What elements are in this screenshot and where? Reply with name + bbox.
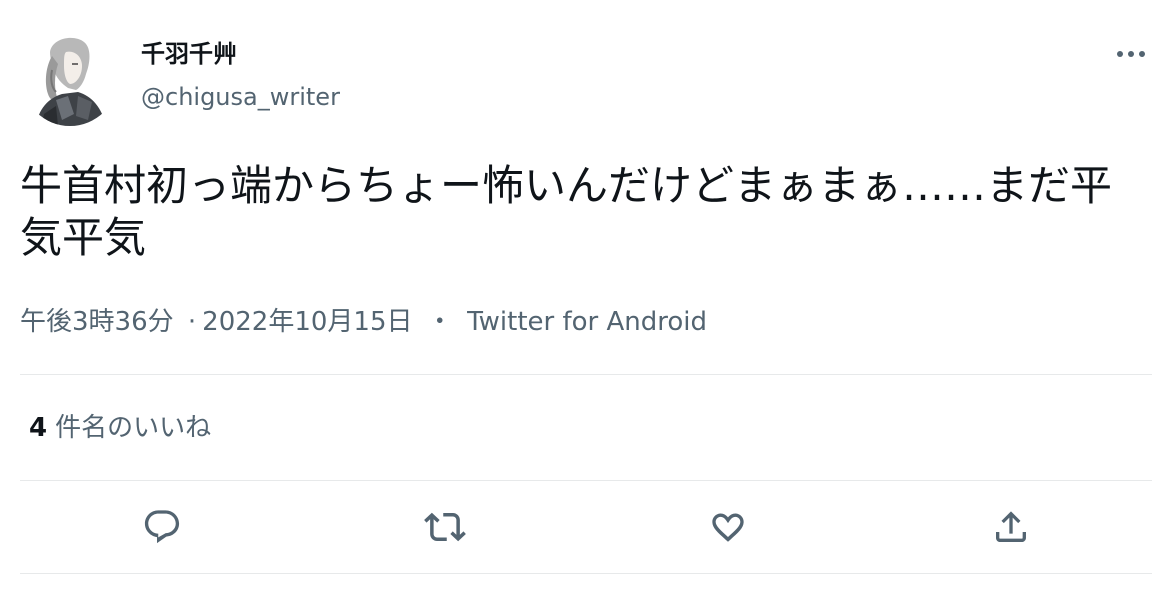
reply-icon [144, 510, 180, 544]
more-icon [1117, 51, 1145, 57]
like-button[interactable] [704, 503, 752, 551]
divider [20, 374, 1152, 375]
likes-label: 件名のいいね [55, 413, 212, 443]
retweet-icon [424, 512, 466, 542]
date-separator: · [187, 307, 197, 337]
retweet-button[interactable] [421, 503, 469, 551]
user-handle[interactable]: @chigusa_writer [141, 81, 340, 113]
tweet-card: 千羽千艸 @chigusa_writer 牛首村初っ端からちょー怖いんだけどまぁ… [0, 0, 1172, 590]
share-icon [996, 511, 1026, 542]
divider [20, 480, 1152, 481]
source-separator: ・ [426, 307, 453, 337]
tweet-date[interactable]: 2022年10月15日 [202, 307, 412, 337]
user-avatar-icon [22, 30, 118, 126]
tweet-meta: 午後3時36分 · 2022年10月15日 ・ Twitter for Andro… [20, 304, 707, 340]
more-button[interactable] [1108, 38, 1156, 70]
display-name[interactable]: 千羽千艸 [141, 38, 237, 70]
avatar[interactable] [22, 30, 118, 126]
divider [20, 573, 1152, 574]
likes-summary[interactable]: 4 件名のいいね [29, 410, 211, 446]
tweet-time[interactable]: 午後3時36分 [20, 307, 174, 337]
share-button[interactable] [987, 503, 1035, 551]
likes-count: 4 [29, 413, 48, 443]
tweet-text: 牛首村初っ端からちょー怖いんだけどまぁまぁ……まだ平気平気 [20, 161, 1113, 262]
tweet-source[interactable]: Twitter for Android [467, 307, 707, 337]
reply-button[interactable] [138, 503, 186, 551]
like-icon [712, 513, 744, 542]
